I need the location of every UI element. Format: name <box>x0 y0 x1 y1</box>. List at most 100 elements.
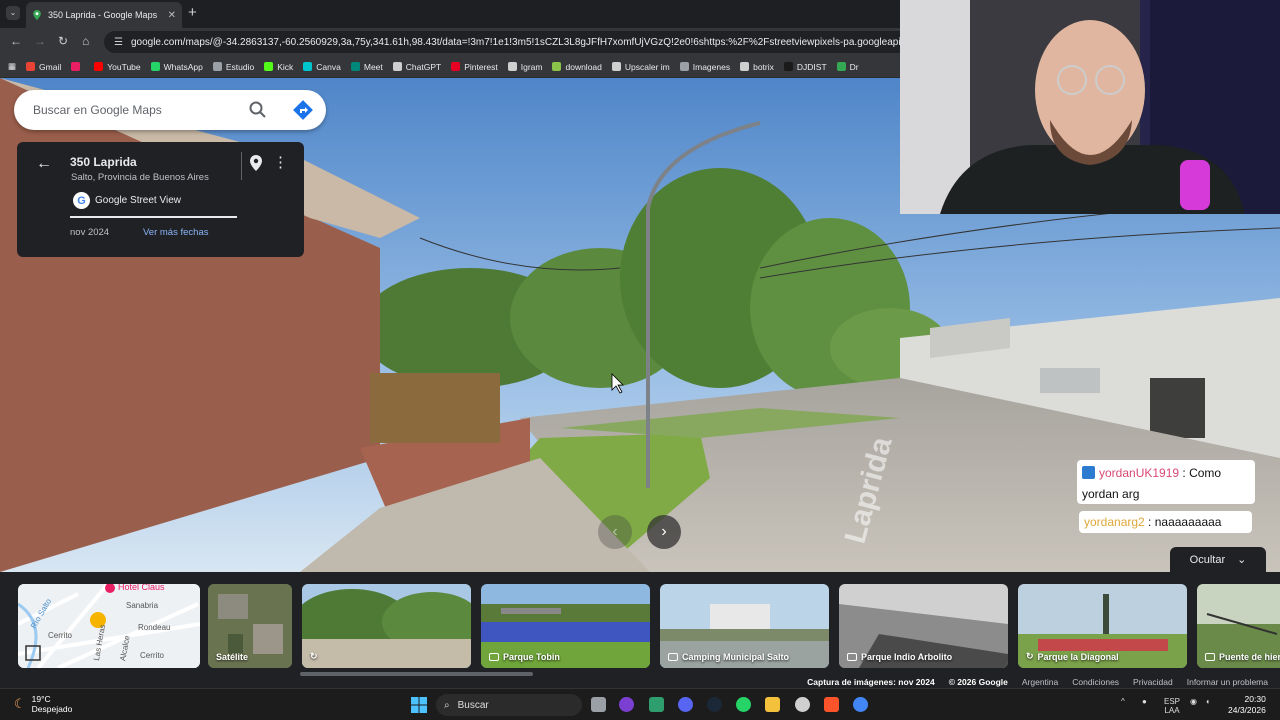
home-icon[interactable]: ⌂ <box>82 34 89 48</box>
place-thumbnail[interactable]: Parque Tobin <box>481 584 650 668</box>
bookmark-item[interactable]: Gmail <box>26 62 61 72</box>
place-thumbnail[interactable]: Parque Indio Arbolito <box>839 584 1008 668</box>
webcam-overlay <box>900 0 1280 214</box>
bookmark-item[interactable]: Upscaler im <box>611 61 670 72</box>
windows-start-icon[interactable] <box>411 697 427 713</box>
webcam-image <box>900 0 1280 214</box>
clock[interactable]: 20:30 24/3/2026 <box>1228 694 1266 716</box>
bookmark-item[interactable]: Dr <box>836 62 859 72</box>
apps-icon[interactable]: ▦ <box>8 61 16 72</box>
card-divider <box>241 152 242 180</box>
footer-link-country[interactable]: Argentina <box>1022 677 1058 687</box>
new-tab-icon[interactable]: + <box>188 4 197 21</box>
bookmark-label: Upscaler im <box>624 61 670 72</box>
language-code: ESP <box>1164 697 1181 706</box>
discord-icon[interactable] <box>678 697 693 712</box>
notepad-icon[interactable] <box>649 697 664 712</box>
bookmark-favicon-icon <box>679 62 689 71</box>
twitch-icon[interactable] <box>619 697 634 712</box>
openai-icon[interactable] <box>795 697 810 712</box>
hide-button[interactable]: Ocultar ⌄ <box>1170 547 1266 572</box>
back-icon[interactable]: ← <box>10 34 22 48</box>
taskbar-search[interactable]: ⌕ Buscar <box>436 694 582 716</box>
bookmark-favicon-icon <box>264 62 274 71</box>
thumbnail-label: Satélite <box>216 652 249 662</box>
search-box[interactable]: Buscar en Google Maps <box>14 90 326 130</box>
bookmark-item[interactable]: download <box>552 61 602 72</box>
weather-widget[interactable]: ☾ 19°C Despejado <box>14 694 72 714</box>
task-view-icon[interactable] <box>591 697 606 712</box>
street-view-icon: ↻ <box>310 651 318 661</box>
location-pin-icon[interactable] <box>249 155 263 171</box>
tab-maps[interactable]: 350 Laprida - Google Maps ✕ <box>26 2 182 28</box>
bookmark-label: Gmail <box>39 61 62 72</box>
tray-chevron-icon[interactable]: ^ <box>1121 697 1125 706</box>
bookmark-favicon-icon <box>451 62 461 71</box>
language-indicator[interactable]: ESP LAA <box>1164 697 1180 715</box>
search-icon[interactable] <box>248 100 268 120</box>
bookmark-label: WhatsApp <box>163 61 203 72</box>
street-thumbnail[interactable]: ↻ <box>302 584 471 668</box>
footer-link-terms[interactable]: Condiciones <box>1072 677 1119 687</box>
tab-search-icon[interactable]: ⌄ <box>6 6 20 20</box>
bookmark-item[interactable]: Estudio <box>212 62 254 72</box>
bookmark-label: Kick <box>277 61 294 72</box>
bookmark-label: DJDIST <box>796 61 827 72</box>
thumbnail-label: Camping Municipal Salto <box>668 652 789 662</box>
thumbnail-label: ↻ Parque la Diagonal <box>1026 651 1119 662</box>
brave-icon[interactable] <box>824 697 839 712</box>
bookmark-favicon-icon <box>552 62 562 71</box>
site-info-icon[interactable]: ☰ <box>114 37 123 48</box>
footer-link-report[interactable]: Informar un problema <box>1187 677 1268 687</box>
close-tab-icon[interactable]: ✕ <box>168 10 176 21</box>
bookmark-label: Igram <box>520 61 543 72</box>
more-dates-link[interactable]: Ver más fechas <box>143 227 208 238</box>
bookmark-item[interactable]: Meet <box>350 62 383 72</box>
bookmark-item[interactable]: botrix <box>740 62 774 72</box>
copyright-text: © 2026 Google <box>948 677 1008 687</box>
bookmark-item[interactable]: WhatsApp <box>150 61 203 72</box>
more-options-icon[interactable]: ⋮ <box>273 153 288 171</box>
bookmark-item[interactable]: Pinterest <box>451 62 498 72</box>
taskbar-search-label: Buscar <box>457 699 489 711</box>
bookmark-item[interactable]: DJDIST <box>783 61 827 72</box>
bookmark-item[interactable]: Imagenes <box>679 62 730 72</box>
minimap-thumbnail[interactable]: Hotel Claus Sanabria Rondeau Cerrito Cer… <box>18 584 200 668</box>
forward-icon[interactable]: → <box>34 34 46 48</box>
thumbnail-strip: Hotel Claus Sanabria Rondeau Cerrito Cer… <box>0 572 1280 688</box>
place-thumbnail[interactable]: Camping Municipal Salto <box>660 584 829 668</box>
camera-icon <box>847 653 857 661</box>
chevron-double-down-icon: ⌄ <box>1237 554 1247 566</box>
reload-icon[interactable]: ↻ <box>58 34 68 48</box>
source-underline <box>70 216 237 218</box>
bookmark-item[interactable]: Canva <box>303 62 341 72</box>
place-thumbnail[interactable]: Puente de hierro <box>1197 584 1280 668</box>
back-arrow-icon[interactable]: ← <box>36 155 52 173</box>
bookmark-item[interactable]: Kick <box>264 62 293 72</box>
chrome-icon[interactable] <box>853 697 868 712</box>
satellite-thumbnail[interactable]: Satélite <box>208 584 292 668</box>
bookmark-item[interactable]: ChatGPT <box>392 62 441 72</box>
street-thumbnail[interactable]: ↻ Parque la Diagonal <box>1018 584 1187 668</box>
bookmark-item[interactable]: Igram <box>507 61 543 72</box>
bookmark-item[interactable]: YouTube <box>94 62 141 72</box>
volume-icon[interactable]: ◐ <box>1206 697 1211 706</box>
directions-icon[interactable] <box>292 99 314 121</box>
footer-link-privacy[interactable]: Privacidad <box>1133 677 1173 687</box>
microphone-icon[interactable]: ● <box>1142 697 1147 706</box>
file-explorer-icon[interactable] <box>765 697 780 712</box>
map-poi-label: Hotel Claus <box>118 584 165 592</box>
network-icon[interactable]: ◉ <box>1190 697 1197 706</box>
next-arrow-icon[interactable]: › <box>647 515 681 549</box>
bookmark-favicon-icon <box>26 62 36 71</box>
screen: ⌄ 350 Laprida - Google Maps ✕ + ← → ↻ ⌂ … <box>0 0 1280 720</box>
bookmark-label: download <box>565 61 602 72</box>
previous-arrow-icon[interactable]: ‹ <box>598 515 632 549</box>
whatsapp-icon[interactable] <box>736 697 751 712</box>
bookmark-item[interactable] <box>71 62 84 71</box>
steam-icon[interactable] <box>707 697 722 712</box>
bookmark-label: Pinterest <box>464 61 498 72</box>
url-text: google.com/maps/@-34.2863137,-60.2560929… <box>130 36 982 48</box>
bookmark-label: botrix <box>753 61 774 72</box>
search-input[interactable]: Buscar en Google Maps <box>33 103 248 117</box>
